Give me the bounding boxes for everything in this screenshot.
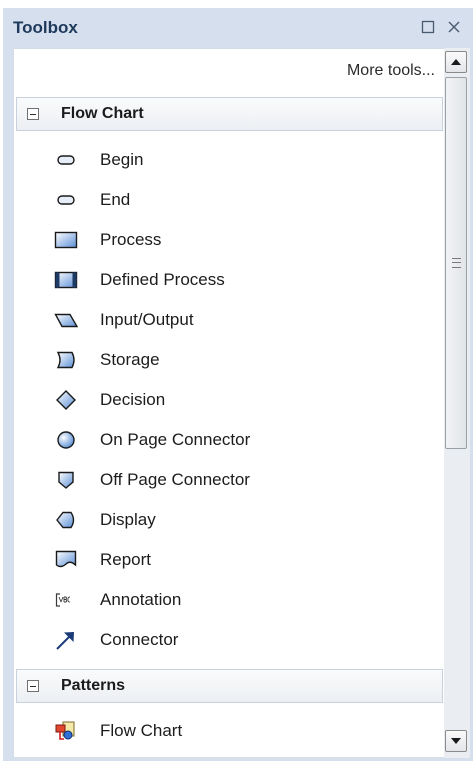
begin-icon: [57, 155, 75, 165]
tool-item-end[interactable]: End: [54, 183, 434, 217]
section-label: Patterns: [61, 677, 126, 694]
off-page-connector-icon: [58, 471, 74, 489]
storage-icon: [56, 351, 75, 369]
tool-label: Begin: [100, 150, 144, 169]
toolbox-content: More tools... Flow Chart Begin End Proce…: [13, 48, 446, 758]
toolbox-panel: Toolbox More tools... Flow Chart Begin E…: [3, 8, 473, 761]
connector-arrow-icon: [56, 632, 74, 650]
tool-item-report[interactable]: Report: [54, 543, 434, 577]
section-label: Flow Chart: [61, 105, 144, 122]
vertical-scrollbar[interactable]: [444, 48, 470, 758]
collapse-icon[interactable]: [27, 680, 39, 692]
end-icon: [57, 195, 75, 205]
close-icon[interactable]: [443, 16, 465, 38]
on-page-connector-icon: [57, 431, 75, 449]
toolbox-titlebar: Toolbox: [3, 8, 473, 48]
tool-label: Input/Output: [100, 310, 194, 329]
scroll-down-button[interactable]: [445, 730, 467, 752]
report-icon: [55, 550, 77, 568]
annotation-icon: [55, 593, 71, 607]
maximize-icon[interactable]: [417, 16, 439, 38]
tool-label: Connector: [100, 630, 179, 649]
scroll-thumb[interactable]: [445, 77, 467, 449]
tool-label: End: [100, 190, 131, 209]
more-tools-link[interactable]: More tools...: [347, 62, 435, 80]
tool-item-on-page-connector[interactable]: On Page Connector: [54, 423, 434, 457]
section-header-flow-chart[interactable]: Flow Chart: [16, 97, 443, 131]
tool-label: Storage: [100, 350, 160, 369]
tool-item-off-page-connector[interactable]: Off Page Connector: [54, 463, 434, 497]
tool-item-decision[interactable]: Decision: [54, 383, 434, 417]
tool-item-connector[interactable]: Connector: [54, 623, 434, 657]
tool-label: Display: [100, 510, 156, 529]
process-icon: [54, 231, 78, 249]
tool-label: On Page Connector: [100, 430, 251, 449]
display-icon: [56, 511, 75, 529]
tool-label: Annotation: [100, 590, 182, 609]
toolbox-title: Toolbox: [13, 18, 78, 37]
section-header-patterns[interactable]: Patterns: [16, 669, 443, 703]
tool-item-storage[interactable]: Storage: [54, 343, 434, 377]
tool-label: Flow Chart: [100, 721, 183, 740]
tool-item-begin[interactable]: Begin: [54, 143, 434, 177]
scroll-up-button[interactable]: [445, 51, 467, 73]
tool-item-input-output[interactable]: Input/Output: [54, 303, 434, 337]
collapse-icon[interactable]: [27, 108, 39, 120]
tool-item-process[interactable]: Process: [54, 223, 434, 257]
grip-icon: [452, 258, 461, 268]
tool-label: Report: [100, 550, 152, 569]
input-output-icon: [54, 313, 78, 328]
tool-label: Decision: [100, 390, 166, 409]
defined-process-icon: [54, 271, 78, 289]
decision-icon: [56, 390, 76, 410]
tool-item-flow-chart-pattern[interactable]: Flow Chart: [54, 714, 434, 748]
tool-item-display[interactable]: Display: [54, 503, 434, 537]
tool-label: Off Page Connector: [100, 470, 250, 489]
tool-label: Defined Process: [100, 270, 225, 289]
tool-item-defined-process[interactable]: Defined Process: [54, 263, 434, 297]
flow-chart-pattern-icon: [55, 721, 75, 740]
tool-label: Process: [100, 230, 162, 249]
tool-item-annotation[interactable]: Annotation: [54, 583, 434, 617]
